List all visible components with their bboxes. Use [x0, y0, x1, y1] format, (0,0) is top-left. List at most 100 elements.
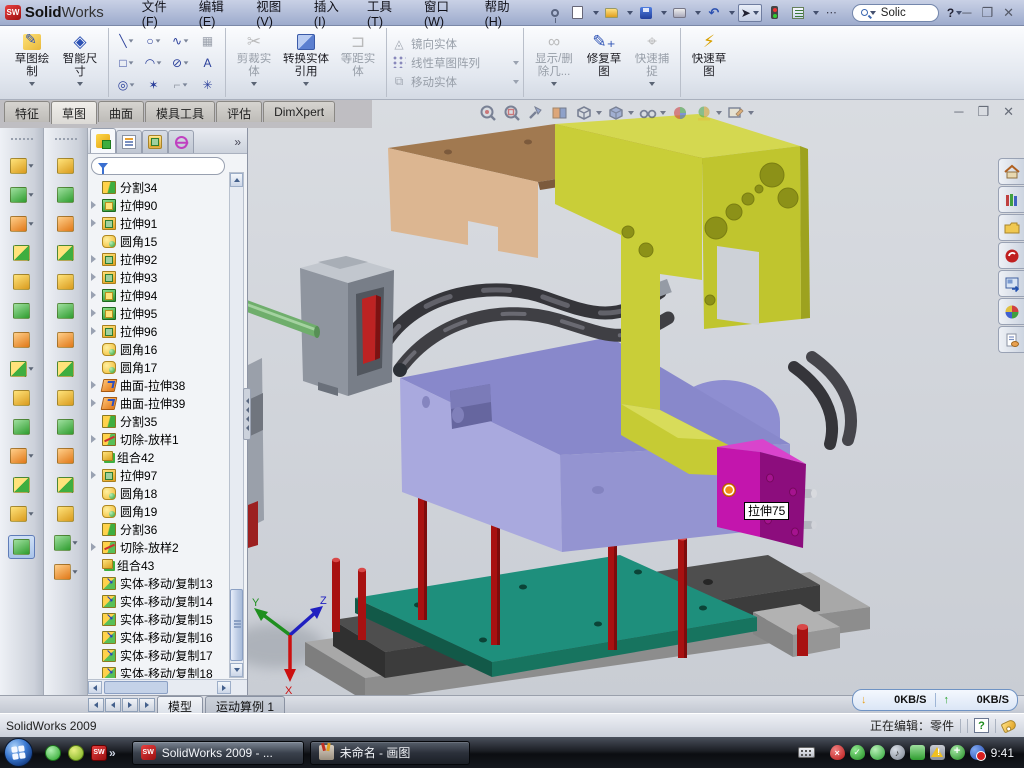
sketch-fillet-caret-icon[interactable]	[182, 83, 187, 86]
taskbar-task-1[interactable]: 未命名 - 画图	[310, 741, 470, 765]
surfaces-offset-surface-button[interactable]	[57, 361, 74, 377]
taskbar-task-0[interactable]: SWSolidWorks 2009 - ...	[132, 741, 304, 765]
sketch-entity-point[interactable]: ✳	[194, 74, 221, 96]
slot-caret-icon[interactable]	[130, 83, 135, 86]
curve-caret-icon[interactable]	[28, 512, 33, 515]
filter-input[interactable]	[112, 160, 218, 172]
tray-warning-icon[interactable]	[930, 745, 945, 760]
tree-item-组合43[interactable]: 组合43	[88, 556, 228, 574]
search-value[interactable]: Solic	[881, 7, 906, 19]
scroll-right-button[interactable]	[217, 681, 231, 694]
menu-item-3[interactable]: 插入(I)	[304, 0, 357, 33]
save-button[interactable]	[636, 4, 656, 22]
minimize-button[interactable]: ─	[962, 6, 971, 19]
sketch-entity-text[interactable]: A	[194, 52, 221, 74]
features-extruded-boss-base-button[interactable]	[10, 158, 34, 174]
tree-item-圆角15[interactable]: 圆角15	[88, 232, 228, 250]
doc-minimize-button[interactable]: ─	[954, 105, 963, 118]
features-instant3d-button[interactable]	[8, 535, 35, 559]
features-revolved-boss-base-button[interactable]	[10, 187, 34, 203]
repair-sketch-button[interactable]: ✎₊ 修复草图	[580, 28, 628, 97]
smart-dimension-caret-icon[interactable]	[77, 82, 83, 86]
view-settings-icon[interactable]	[726, 103, 754, 123]
taskpane-custom-properties-tab[interactable]	[998, 326, 1024, 353]
rectangle-caret-icon[interactable]	[128, 61, 133, 64]
scroll-up-button[interactable]	[230, 173, 243, 187]
expander-icon[interactable]	[91, 273, 102, 281]
tree-item-分割35[interactable]: 分割35	[88, 412, 228, 430]
rapid-sketch-button[interactable]: ⚡ 快速草图	[685, 28, 733, 97]
expander-icon[interactable]	[91, 219, 102, 227]
doc-restore-button[interactable]: ❒	[977, 105, 989, 118]
surfaces-boundary-surface-button[interactable]	[57, 274, 74, 290]
ribbon-tab-1[interactable]: 草图	[51, 101, 97, 124]
scroll-down-button[interactable]	[230, 663, 243, 677]
h-scroll-thumb[interactable]	[104, 681, 168, 694]
surfaces-ruled-surface-button[interactable]	[57, 390, 74, 406]
curve-2-caret-icon[interactable]	[72, 570, 77, 573]
taskpane-design-library-tab[interactable]	[998, 186, 1024, 213]
panel-splitter-handle[interactable]	[243, 388, 251, 440]
surfaces-extruded-surface-button[interactable]	[57, 158, 74, 174]
tray-keyboard-icon[interactable]	[798, 747, 815, 758]
menu-item-6[interactable]: 帮助(H)	[475, 0, 533, 33]
ellipse-caret-icon[interactable]	[184, 61, 189, 64]
surfaces-revolved-surface-button[interactable]	[57, 187, 74, 203]
reference-geometry-2-caret-icon[interactable]	[72, 541, 77, 544]
panel-overflow-chevron[interactable]: »	[234, 135, 245, 153]
smart-dimension-button[interactable]: ◈ 智能尺寸	[56, 28, 104, 97]
print-button[interactable]	[670, 4, 690, 22]
convert-caret-icon[interactable]	[303, 82, 309, 86]
section-view-icon[interactable]	[550, 103, 570, 123]
expander-icon[interactable]	[91, 543, 102, 551]
tree-item-实体-移动/复制14[interactable]: 实体-移动/复制14	[88, 592, 228, 610]
zoom-to-fit-icon[interactable]	[478, 103, 498, 123]
tree-vertical-scrollbar[interactable]	[229, 172, 244, 678]
features-combine-bodies-button[interactable]	[13, 390, 30, 406]
3d-model-exploded-assembly[interactable]: Y Z X	[248, 100, 1024, 695]
tray-sync-icon[interactable]	[970, 745, 985, 760]
offset-entities-button[interactable]: ⊐ 等距实体	[334, 28, 382, 97]
sketch-entity-polygon[interactable]: ✶	[140, 74, 167, 96]
scroll-thumb[interactable]	[230, 589, 243, 661]
surfaces-reference-geometry-2-button[interactable]	[54, 535, 78, 551]
move-entities-button[interactable]: ⧉ 移动实体	[391, 74, 519, 90]
open-button[interactable]	[602, 4, 622, 22]
display-style-icon[interactable]	[606, 103, 634, 123]
sketch-entity-sketch-fillet[interactable]: ⌐	[167, 74, 194, 96]
sketch-entity-arc[interactable]: ◠	[140, 52, 167, 74]
new-document-button[interactable]	[568, 4, 588, 22]
features-move-copy-body-button[interactable]	[10, 448, 34, 464]
model-part-left-sliver[interactable]	[248, 358, 264, 548]
features-linear-pattern-button[interactable]	[10, 361, 34, 377]
print-caret-icon[interactable]	[695, 11, 701, 15]
expander-icon[interactable]	[91, 327, 102, 335]
close-button[interactable]: ✕	[1003, 6, 1014, 19]
features-rib-button[interactable]	[13, 332, 30, 348]
mirror-entities-button[interactable]: ◬ 镜向实体	[391, 36, 519, 52]
menu-item-4[interactable]: 工具(T)	[357, 0, 414, 33]
save-caret-icon[interactable]	[661, 11, 667, 15]
surfaces-delete-face-button[interactable]	[57, 419, 74, 435]
taskpane-solidworks-resources-tab[interactable]	[998, 158, 1024, 185]
features-chamfer-button[interactable]	[13, 245, 30, 261]
tree-horizontal-scrollbar[interactable]	[88, 679, 247, 695]
expander-icon[interactable]	[91, 309, 102, 317]
ribbon-tab-3[interactable]: 模具工具	[145, 101, 215, 122]
tree-item-组合42[interactable]: 组合42	[88, 448, 228, 466]
taskpane-appearances-scenes-tab[interactable]	[998, 298, 1024, 325]
revolved-boss-base-caret-icon[interactable]	[28, 193, 33, 196]
tree-filter-box[interactable]	[91, 157, 225, 175]
linear-pattern-caret-icon[interactable]	[28, 367, 33, 370]
quick-launch-overflow-chevron[interactable]: »	[109, 746, 116, 760]
more-tools-icon[interactable]: ⋯	[822, 4, 842, 22]
line-caret-icon[interactable]	[128, 39, 133, 42]
surfaces-trim-surface-button[interactable]	[57, 506, 74, 522]
features-reference-geometry-button[interactable]	[13, 477, 30, 493]
ribbon-tab-2[interactable]: 曲面	[98, 101, 144, 122]
restore-button[interactable]: ❒	[981, 6, 993, 19]
sketch-entity-slot[interactable]: ◎	[113, 74, 140, 96]
expander-icon[interactable]	[91, 471, 102, 479]
move-copy-body-caret-icon[interactable]	[28, 454, 33, 457]
go-to-end-button[interactable]	[139, 698, 155, 712]
